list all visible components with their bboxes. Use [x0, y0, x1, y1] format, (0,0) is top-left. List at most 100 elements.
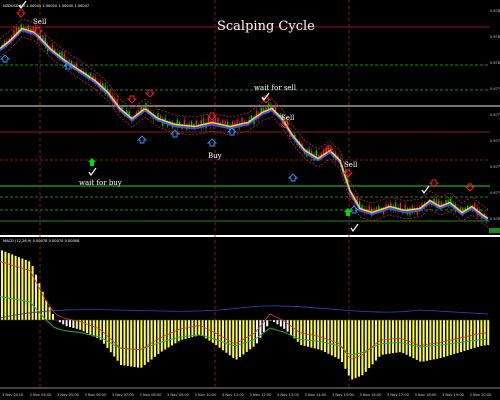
- candle-body: [327, 147, 330, 150]
- macd-bar: [147, 320, 150, 363]
- macd-bar: [286, 320, 289, 332]
- candle-body: [399, 203, 402, 209]
- candle-body: [195, 120, 198, 126]
- macd-bar: [201, 320, 204, 337]
- time-scale-label: 3 Nov 10:00: [195, 393, 218, 397]
- macd-bar: [330, 320, 333, 356]
- time-scale-label: 3 Nov 04:00: [30, 393, 53, 397]
- price-scale-label: 0.67700: [490, 191, 500, 195]
- macd-bar: [239, 320, 241, 357]
- macd-bar: [69, 320, 71, 328]
- macd-bar: [313, 320, 316, 349]
- macd-bar: [150, 320, 153, 360]
- macd-bar: [191, 320, 194, 338]
- macd-bar: [113, 320, 116, 357]
- trading-chart-window: NZDUSD,M5 1.00045 1.00050 1.00040 1.0004…: [0, 0, 500, 400]
- macd-bar: [358, 320, 360, 377]
- price-scale-label: 0.67840: [490, 9, 500, 13]
- macd-bar: [143, 320, 146, 365]
- macd-bar: [385, 320, 388, 355]
- macd-bar: [347, 320, 350, 376]
- price-scale-label: 0.67820: [490, 35, 500, 39]
- macd-bar: [218, 320, 221, 348]
- macd-bar: [409, 320, 411, 357]
- macd-bar: [14, 255, 17, 320]
- macd-bar: [361, 320, 364, 376]
- macd-bar: [290, 320, 292, 335]
- macd-bar: [398, 320, 401, 353]
- macd-bar: [48, 307, 51, 320]
- macd-bar: [86, 320, 88, 333]
- macd-bar: [432, 320, 435, 360]
- candle-body: [217, 118, 219, 124]
- annotation-sell-3: Sell: [344, 161, 358, 169]
- macd-bar: [453, 320, 456, 355]
- macd-bar: [388, 320, 391, 354]
- macd-bar: [222, 320, 224, 351]
- time-scale-label: 3 Nov 12:00: [250, 393, 273, 397]
- macd-bar: [245, 320, 248, 352]
- candle-body: [207, 117, 210, 123]
- macd-bar: [402, 320, 405, 354]
- macd-bar: [65, 320, 68, 327]
- macd-bar: [307, 320, 309, 347]
- macd-bar: [198, 320, 201, 336]
- macd-bar: [276, 320, 279, 325]
- macd-bar: [58, 320, 61, 323]
- candle-body: [224, 121, 226, 124]
- time-scale-label: 3 Nov 13:00: [277, 393, 300, 397]
- macd-bar: [52, 314, 54, 320]
- macd-bar: [303, 320, 306, 346]
- macd-bar: [334, 320, 337, 358]
- chart-title: Scalping Cycle: [217, 19, 315, 34]
- price-scale-label: 0.67680: [490, 217, 500, 221]
- macd-bar: [92, 320, 95, 337]
- macd-bar: [188, 320, 190, 338]
- macd-bar: [194, 320, 197, 337]
- time-scale-label: 3 Nov 17:00: [387, 393, 410, 397]
- macd-bar: [463, 320, 466, 351]
- macd-bar: [381, 320, 384, 355]
- time-scale-label: 3 Nov 18:00: [415, 393, 438, 397]
- macd-bar: [415, 320, 418, 360]
- candle-body: [92, 75, 94, 79]
- macd-bar: [368, 320, 371, 369]
- macd-bar: [126, 320, 129, 367]
- annotation-wait-for-buy: wait for buy: [79, 179, 122, 187]
- candle-body: [236, 119, 238, 125]
- macd-bar: [7, 253, 10, 320]
- macd-bar: [460, 320, 462, 352]
- macd-bar: [466, 320, 469, 350]
- annotation-sell-1: Sell: [33, 18, 47, 26]
- macd-bar: [116, 320, 119, 361]
- macd-bar: [242, 320, 245, 355]
- macd-bar: [157, 320, 160, 355]
- candle-body: [75, 63, 78, 67]
- time-scale-label: 3 Nov 05:00: [57, 393, 80, 397]
- macd-bar: [327, 320, 330, 354]
- macd-bar: [164, 320, 167, 350]
- candle-body: [322, 150, 325, 154]
- time-scale-label: 3 Nov 20:00: [470, 393, 493, 397]
- macd-bar: [4, 251, 7, 320]
- time-scale-label: 3 Nov 06:00: [85, 393, 108, 397]
- macd-bar: [96, 320, 99, 339]
- macd-bar: [364, 320, 367, 372]
- macd-bar: [324, 320, 326, 352]
- time-scale-label: 3 Nov 19:00: [442, 393, 465, 397]
- macd-bar: [487, 320, 490, 346]
- time-scale-label: 3 Nov 09:00: [167, 393, 190, 397]
- macd-bar: [443, 320, 445, 358]
- macd-bar: [436, 320, 439, 359]
- price-chart-svg: NZDUSD,M5 1.00045 1.00050 1.00040 1.0004…: [0, 0, 500, 400]
- macd-bar: [123, 320, 126, 366]
- time-scale-label: 3 Nov 14:00: [305, 393, 328, 397]
- macd-bar: [11, 254, 14, 320]
- price-scale-label: 0.67740: [490, 139, 500, 143]
- macd-bar: [109, 320, 112, 353]
- time-scale-label: 3 Nov 16:00: [360, 393, 383, 397]
- macd-bar: [351, 320, 354, 380]
- macd-bar: [378, 320, 381, 357]
- candle-body: [90, 73, 92, 76]
- price-scale-label: 0.67720: [490, 165, 500, 169]
